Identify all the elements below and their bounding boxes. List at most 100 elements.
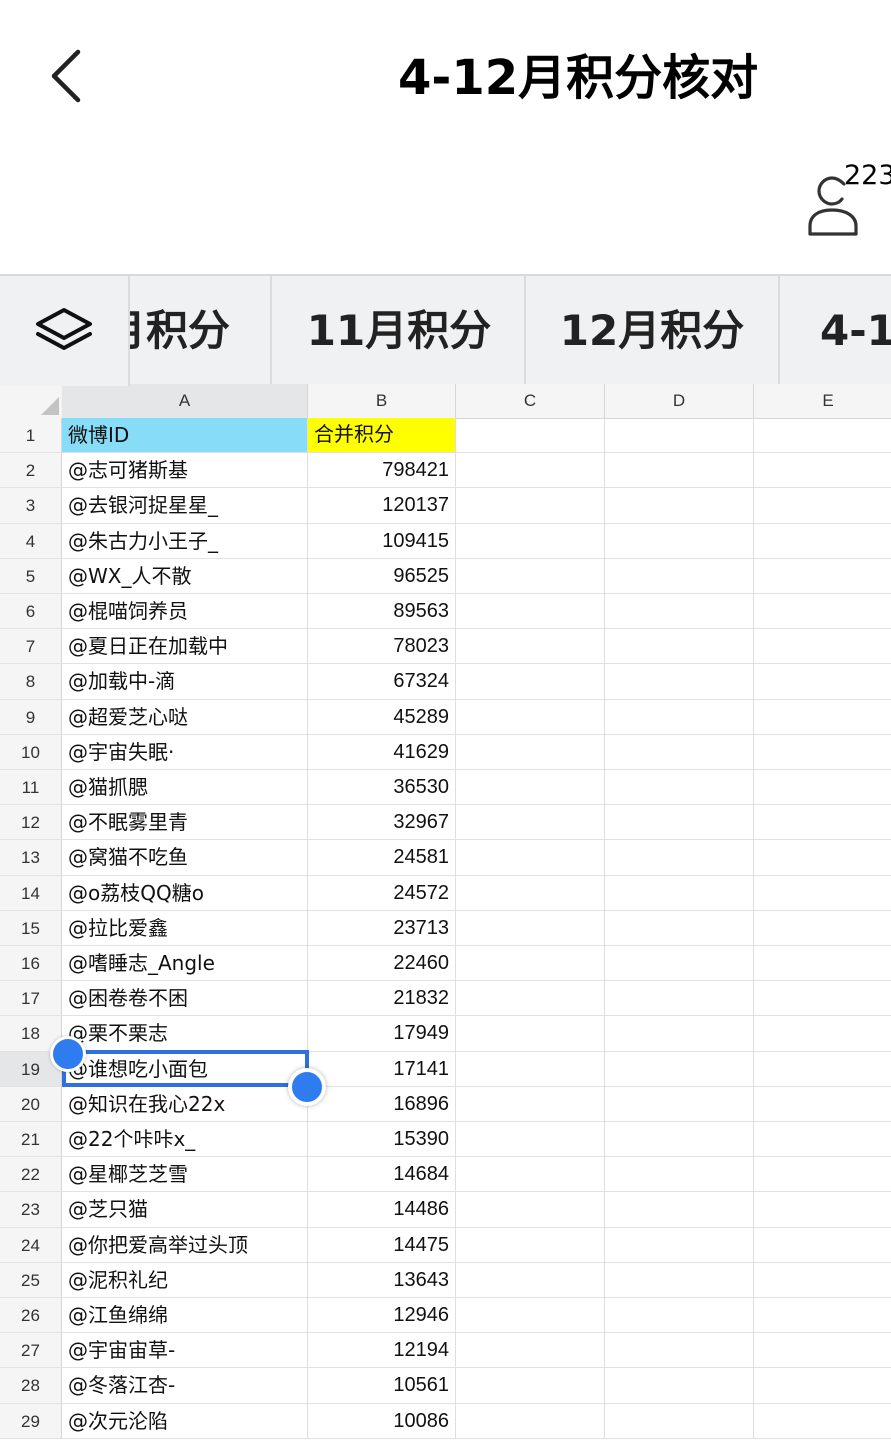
empty-cell-d[interactable]	[605, 734, 754, 770]
cell-weibo-id[interactable]: @夏日正在加载中	[62, 629, 308, 665]
cell-merged-points[interactable]: 24581	[308, 840, 456, 876]
cell-weibo-id[interactable]: @冬落江杏-	[62, 1368, 308, 1404]
empty-cell-d[interactable]	[605, 1016, 754, 1052]
empty-cell-d[interactable]	[605, 1298, 754, 1334]
cell-merged-points[interactable]: 12946	[308, 1298, 456, 1334]
empty-cell-c[interactable]	[456, 664, 605, 700]
row-number[interactable]: 4	[0, 523, 62, 559]
cell-weibo-id[interactable]: @宇宙失眠·	[62, 734, 308, 770]
empty-cell-e[interactable]	[754, 629, 891, 665]
column-header-d[interactable]: D	[605, 384, 754, 418]
empty-cell-e[interactable]	[754, 1052, 891, 1087]
empty-cell-c[interactable]	[456, 770, 605, 806]
cell-merged-points[interactable]: 67324	[308, 664, 456, 700]
empty-cell-c[interactable]	[456, 558, 605, 594]
row-number[interactable]: 21	[0, 1122, 62, 1158]
row-number[interactable]: 15	[0, 910, 62, 946]
empty-cell-d[interactable]	[605, 910, 754, 946]
tab-11月积分[interactable]: 11月积分	[274, 276, 526, 386]
row-number[interactable]: 6	[0, 594, 62, 630]
empty-cell-d[interactable]	[605, 946, 754, 982]
empty-cell-e[interactable]	[754, 1122, 891, 1158]
cell-weibo-id[interactable]: @困卷卷不困	[62, 981, 308, 1017]
empty-cell-d[interactable]	[605, 1086, 754, 1122]
empty-cell-c[interactable]	[456, 1403, 605, 1439]
cell-weibo-id[interactable]: @你把爱高举过头顶	[62, 1227, 308, 1263]
empty-cell-e[interactable]	[754, 453, 891, 489]
empty-cell-e[interactable]	[754, 946, 891, 982]
cell-merged-points[interactable]: 21832	[308, 981, 456, 1017]
empty-cell-e[interactable]	[754, 559, 891, 594]
cell-merged-points[interactable]: 22460	[308, 946, 456, 982]
header-cell-merged-points[interactable]: 合并积分	[308, 418, 456, 454]
cell-merged-points[interactable]: 89563	[308, 594, 456, 630]
sheet-list-button[interactable]	[0, 276, 130, 386]
cell-weibo-id[interactable]: @泥积礼纪	[62, 1262, 308, 1298]
cell-weibo-id[interactable]: @棍喵饲养员	[62, 594, 308, 630]
empty-cell-c[interactable]	[456, 946, 605, 982]
empty-cell-e[interactable]	[754, 700, 891, 735]
row-number[interactable]: 2	[0, 453, 62, 489]
empty-cell-d[interactable]	[605, 594, 754, 630]
cell-merged-points[interactable]: 14684	[308, 1157, 456, 1193]
empty-cell-c[interactable]	[456, 734, 605, 770]
select-all-corner[interactable]	[0, 384, 63, 418]
cell-merged-points[interactable]: 32967	[308, 805, 456, 841]
row-number[interactable]: 23	[0, 1192, 62, 1228]
cell-weibo-id[interactable]: @加载中-滴	[62, 664, 308, 700]
empty-cell-c[interactable]	[456, 875, 605, 911]
empty-cell-e[interactable]	[754, 1404, 891, 1439]
empty-cell-c[interactable]	[456, 1262, 605, 1298]
cell-weibo-id[interactable]: @去银河捉星星_	[62, 488, 308, 524]
empty-cell-e[interactable]	[754, 1016, 891, 1052]
empty-cell-d[interactable]	[605, 418, 754, 454]
empty-cell-e[interactable]	[754, 1298, 891, 1334]
row-number[interactable]: 25	[0, 1262, 62, 1298]
cell-merged-points[interactable]: 24572	[308, 875, 456, 911]
row-number[interactable]: 17	[0, 981, 62, 1017]
empty-cell-e[interactable]	[754, 1157, 891, 1193]
empty-cell-d[interactable]	[605, 699, 754, 735]
empty-cell-d[interactable]	[605, 629, 754, 665]
empty-cell-d[interactable]	[605, 1227, 754, 1263]
column-header-b[interactable]: B	[308, 384, 456, 418]
empty-cell-e[interactable]	[754, 664, 891, 700]
row-number[interactable]: 24	[0, 1227, 62, 1263]
empty-cell-c[interactable]	[456, 1086, 605, 1122]
cell-merged-points[interactable]: 10561	[308, 1368, 456, 1404]
empty-cell-c[interactable]	[456, 1333, 605, 1369]
cell-weibo-id[interactable]: @谁想吃小面包	[62, 1051, 308, 1087]
empty-cell-e[interactable]	[754, 911, 891, 946]
empty-cell-e[interactable]	[754, 488, 891, 524]
empty-cell-c[interactable]	[456, 805, 605, 841]
back-button[interactable]	[44, 44, 92, 108]
cell-weibo-id[interactable]: @栗不栗志	[62, 1016, 308, 1052]
cell-merged-points[interactable]: 16896	[308, 1086, 456, 1122]
row-number[interactable]: 20	[0, 1086, 62, 1122]
cell-merged-points[interactable]: 45289	[308, 699, 456, 735]
empty-cell-d[interactable]	[605, 981, 754, 1017]
empty-cell-d[interactable]	[605, 805, 754, 841]
empty-cell-e[interactable]	[754, 1192, 891, 1228]
empty-cell-e[interactable]	[754, 981, 891, 1017]
row-number[interactable]: 7	[0, 629, 62, 665]
empty-cell-e[interactable]	[754, 594, 891, 630]
empty-cell-d[interactable]	[605, 664, 754, 700]
cell-merged-points[interactable]: 36530	[308, 770, 456, 806]
collaborators-button[interactable]: 223	[804, 160, 891, 242]
cell-merged-points[interactable]: 14486	[308, 1192, 456, 1228]
empty-cell-d[interactable]	[605, 453, 754, 489]
tab-4-12月[interactable]: 4-1	[780, 276, 891, 386]
cell-weibo-id[interactable]: @窝猫不吃鱼	[62, 840, 308, 876]
cell-merged-points[interactable]: 23713	[308, 910, 456, 946]
row-number[interactable]: 9	[0, 699, 62, 735]
row-number[interactable]: 26	[0, 1298, 62, 1334]
cell-weibo-id[interactable]: @猫抓腮	[62, 770, 308, 806]
column-header-a[interactable]: A	[62, 384, 308, 418]
cell-merged-points[interactable]: 15390	[308, 1122, 456, 1158]
empty-cell-d[interactable]	[605, 488, 754, 524]
cell-merged-points[interactable]: 10086	[308, 1403, 456, 1439]
empty-cell-c[interactable]	[456, 840, 605, 876]
empty-cell-d[interactable]	[605, 840, 754, 876]
row-number[interactable]: 29	[0, 1403, 62, 1439]
